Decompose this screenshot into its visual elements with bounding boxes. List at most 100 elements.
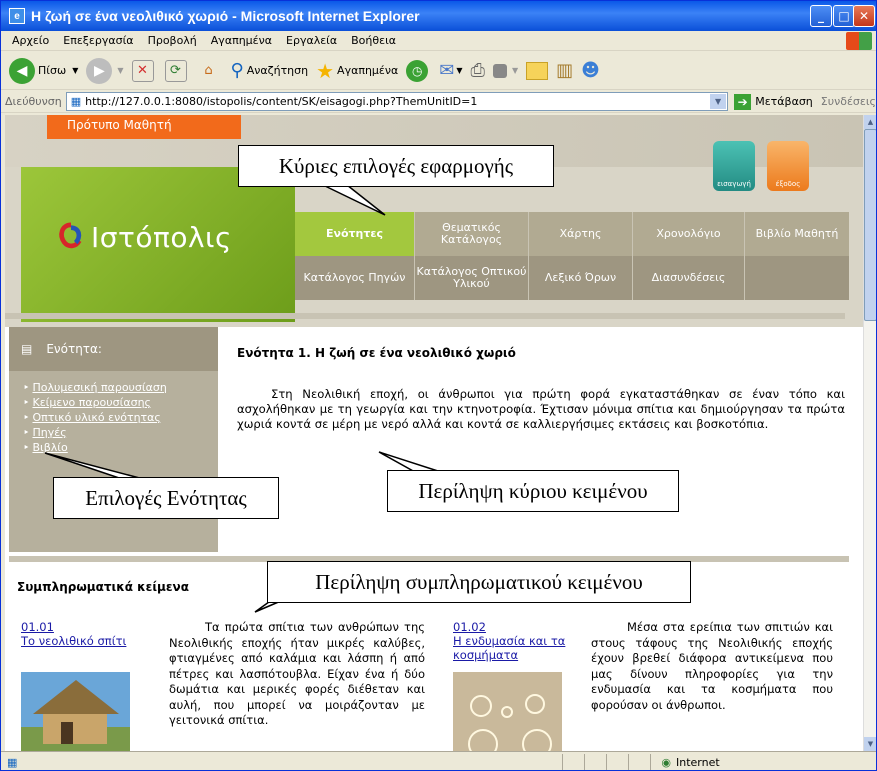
menu-bar: Αρχείο Επεξεργασία Προβολή Αγαπημένα Εργ… xyxy=(1,31,876,51)
sidebar-item-book[interactable]: Βιβλίο xyxy=(23,441,218,454)
menu-edit[interactable]: Επεξεργασία xyxy=(63,34,133,47)
toolbar: ◀ Πίσω ▼ ▶ ▼ ✕ ⟳ ⌂ ⚲ Αναζήτηση ★ Αγαπημέ… xyxy=(1,52,876,90)
header-divider xyxy=(5,313,845,319)
sidebar-item-visual-material[interactable]: Οπτικό υλικό ενότητας xyxy=(23,411,218,424)
nav-links[interactable]: Διασυνδέσεις xyxy=(633,256,745,300)
title-bar: e Η ζωή σε ένα νεολιθικό χωριό - Microso… xyxy=(1,1,876,31)
supplementary-heading: Συμπληρωματικά κείμενα xyxy=(17,580,189,594)
minimize-button[interactable]: _ xyxy=(810,5,832,27)
back-button[interactable]: ◀ Πίσω ▼ xyxy=(9,57,78,84)
neolithic-house-image[interactable] xyxy=(21,672,130,751)
exit-icon-label: έξοδος xyxy=(775,180,801,188)
print-icon[interactable]: ⎙ xyxy=(471,60,485,81)
sidebar-item-presentation-text[interactable]: Κείμενο παρουσίασης xyxy=(23,396,218,409)
folder-icon[interactable] xyxy=(526,61,549,80)
vertical-scrollbar[interactable]: ▲ ▼ xyxy=(863,115,876,751)
forward-button[interactable]: ▶ ▼ xyxy=(86,57,124,84)
browser-window: e Η ζωή σε ένα νεολιθικό χωριό - Microso… xyxy=(0,0,877,771)
forward-arrow-icon: ▶ xyxy=(86,57,113,84)
jewellery-image[interactable] xyxy=(453,672,562,751)
card-1-number[interactable]: 01.01 xyxy=(21,620,54,634)
favorites-label: Αγαπημένα xyxy=(337,64,399,77)
nav-sources-catalog[interactable]: Κατάλογος Πηγών xyxy=(295,256,415,300)
menu-favorites[interactable]: Αγαπημένα xyxy=(211,34,272,47)
refresh-icon[interactable]: ⟳ xyxy=(164,59,187,82)
status-bar: ▦ ◉ Internet xyxy=(1,751,876,770)
status-pane xyxy=(563,753,586,770)
chevron-down-icon[interactable]: ▼ xyxy=(72,66,78,75)
nav-thematic-catalog[interactable]: Θεματικός Κατάλογος xyxy=(415,212,529,256)
nav-visual-catalog[interactable]: Κατάλογος Οπτικού Υλικού xyxy=(415,256,529,300)
star-icon: ★ xyxy=(316,58,335,83)
address-bar: Διεύθυνση ▦ http://127.0.0.1:8080/istopo… xyxy=(1,91,876,113)
address-label: Διεύθυνση xyxy=(5,95,62,108)
go-button[interactable]: Μετάβαση xyxy=(755,95,813,108)
links-button[interactable]: Συνδέσεις xyxy=(821,95,876,108)
page-status-icon: ▦ xyxy=(7,755,18,769)
mail-icon[interactable]: ✉ xyxy=(439,60,454,81)
back-arrow-icon: ◀ xyxy=(9,57,35,84)
menu-tools[interactable]: Εργαλεία xyxy=(286,34,337,47)
callout-main-summary: Περίληψη κύριου κειμένου xyxy=(387,470,679,512)
scroll-thumb[interactable] xyxy=(864,129,876,321)
nav-student-book[interactable]: Βιβλίο Μαθητή xyxy=(745,212,849,256)
nav-map[interactable]: Χάρτης xyxy=(529,212,633,256)
document-icon: ▤ xyxy=(21,342,33,356)
intro-icon-label: εισαγωγή xyxy=(717,180,751,188)
status-text xyxy=(23,753,564,770)
chevron-down-icon[interactable]: ▼ xyxy=(456,66,462,75)
go-arrow-icon[interactable]: ➔ xyxy=(734,93,752,110)
card-1-text: Τα πρώτα σπίτια των ανθρώπων της Νεολιθι… xyxy=(169,620,425,727)
sidebar-item-sources[interactable]: Πηγές xyxy=(23,426,218,439)
sidebar-item-multimedia[interactable]: Πολυμεσική παρουσίαση xyxy=(23,381,218,394)
address-input[interactable]: ▦ http://127.0.0.1:8080/istopolis/conten… xyxy=(65,92,729,111)
favorites-button[interactable]: ★ Αγαπημένα xyxy=(316,59,398,83)
card-2-link[interactable]: Η ενδυμασία και τα κοσμήματα xyxy=(453,634,583,662)
history-icon[interactable]: ◷ xyxy=(406,59,429,82)
main-summary-text: Στη Νεολιθική εποχή, οι άνθρωποι για πρώ… xyxy=(237,387,845,431)
edit-icon[interactable] xyxy=(492,63,507,78)
unit-options-list: Πολυμεσική παρουσίαση Κείμενο παρουσίαση… xyxy=(9,371,218,454)
menu-help[interactable]: Βοήθεια xyxy=(351,34,396,47)
nav-row-1: Ενότητες Θεματικός Κατάλογος Χάρτης Χρον… xyxy=(295,212,849,256)
chevron-down-icon[interactable]: ▼ xyxy=(512,66,518,75)
page-viewport: Πρότυπο Μαθητή Ιστόπολις εισαγωγή έξοδος… xyxy=(5,115,863,751)
menu-file[interactable]: Αρχείο xyxy=(12,34,49,47)
nav-glossary[interactable]: Λεξικό Όρων xyxy=(529,256,633,300)
chevron-down-icon[interactable]: ▼ xyxy=(117,66,123,75)
address-url: http://127.0.0.1:8080/istopolis/content/… xyxy=(85,95,478,108)
model-tab[interactable]: Πρότυπο Μαθητή xyxy=(47,115,241,139)
nav-row-2: Κατάλογος Πηγών Κατάλογος Οπτικού Υλικού… xyxy=(295,256,849,300)
search-button[interactable]: ⚲ Αναζήτηση xyxy=(231,60,309,81)
close-button[interactable]: ✕ xyxy=(853,5,875,27)
intro-icon-button[interactable]: εισαγωγή xyxy=(713,141,755,191)
nav-chronology[interactable]: Χρονολόγιο xyxy=(633,212,745,256)
status-pane xyxy=(607,753,630,770)
scroll-up-icon[interactable]: ▲ xyxy=(864,115,876,129)
page-icon: ▦ xyxy=(70,95,82,108)
logo-icon xyxy=(59,222,82,249)
home-icon[interactable]: ⌂ xyxy=(198,60,220,82)
search-label: Αναζήτηση xyxy=(246,64,309,77)
callout-unit-options: Επιλογές Ενότητας xyxy=(53,477,279,519)
sidebar-heading: ▤ Ενότητα: xyxy=(9,327,218,371)
status-pane xyxy=(585,753,608,770)
maximize-button[interactable]: □ xyxy=(833,5,855,27)
sidebar-heading-text: Ενότητα: xyxy=(46,342,102,356)
scroll-down-icon[interactable]: ▼ xyxy=(864,737,876,751)
card-2-number[interactable]: 01.02 xyxy=(453,620,486,634)
nav-units[interactable]: Ενότητες xyxy=(295,212,415,256)
menu-view[interactable]: Προβολή xyxy=(148,34,197,47)
callout-main-options: Κύριες επιλογές εφαρμογής xyxy=(238,145,554,187)
window-title: Η ζωή σε ένα νεολιθικό χωριό - Microsoft… xyxy=(31,8,420,24)
ie-icon: e xyxy=(9,8,25,24)
research-icon[interactable]: ▥ xyxy=(556,60,573,81)
windows-logo-icon xyxy=(846,32,872,50)
exit-icon-button[interactable]: έξοδος xyxy=(767,141,809,191)
site-logo[interactable]: Ιστόπολις xyxy=(91,221,232,254)
chevron-down-icon[interactable]: ▼ xyxy=(710,94,727,109)
globe-icon: ◉ xyxy=(661,755,672,769)
stop-icon[interactable]: ✕ xyxy=(131,59,154,82)
card-1-link[interactable]: Το νεολιθικό σπίτι xyxy=(21,634,126,648)
messenger-icon[interactable]: ☻ xyxy=(581,60,600,81)
